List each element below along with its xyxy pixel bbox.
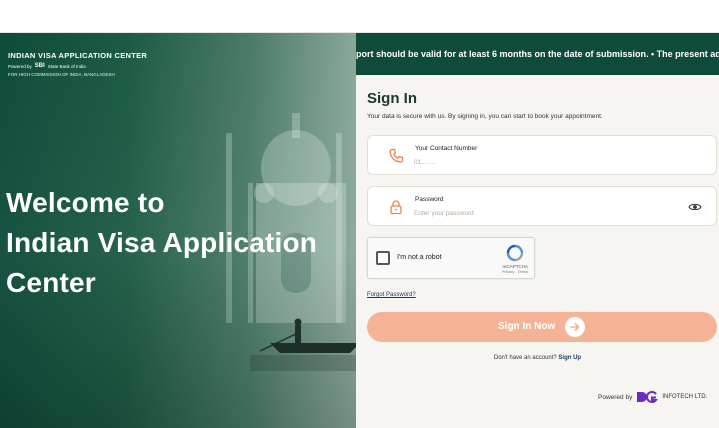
sign-up-link[interactable]: Sign Up [558,355,581,361]
sbi-logo: SBI [34,63,45,69]
sign-in-button[interactable]: Sign In Now [367,312,717,342]
sign-in-button-label: Sign In Now [498,321,556,332]
eye-icon[interactable] [688,201,702,213]
brand-powered-row: Powered by SBI State Bank of India [8,63,147,69]
powered-by: Powered by INFOTECH LTD. [598,391,707,403]
signin-panel: port should be valid for at least 6 mont… [356,33,719,428]
brand-title: INDIAN VISA APPLICATION CENTER [8,51,148,60]
recaptcha-widget[interactable]: I'm not a robot reCAPTCHA Privacy - Term… [367,237,535,279]
account-question: Don't have an account? [493,355,557,361]
brand-powered-label: Powered by [8,63,32,69]
welcome-heading: Welcome to Indian Visa Application Cente… [6,183,317,303]
dg-logo-icon [637,391,659,403]
recaptcha-brand: reCAPTCHA [502,264,528,269]
notice-ticker: port should be valid for at least 6 mont… [356,33,719,75]
forgot-password-link[interactable]: Forgot Password? [367,292,416,298]
signin-subtitle: Your data is secure with us. By signing … [367,113,603,120]
lock-icon [390,200,402,215]
brand-footer: FOR HIGH COMMISSION OF INDIA, BANGLADESH [8,72,115,77]
contact-number-label: Your Contact Number [415,145,478,152]
recaptcha-checkbox[interactable] [376,251,390,265]
phone-icon [389,148,404,163]
contact-number-input[interactable] [414,156,664,168]
sbi-full-name: State Bank of India [47,63,86,69]
brand-block: INDIAN VISA APPLICATION CENTER Powered b… [8,51,147,77]
password-input[interactable] [414,207,664,219]
hero-panel: INDIAN VISA APPLICATION CENTER Powered b… [0,33,356,428]
notice-ticker-text: port should be valid for at least 6 mont… [356,49,719,59]
password-field[interactable]: Password [367,186,717,226]
arrow-right-icon [565,317,585,337]
signin-title: Sign In [367,90,417,107]
welcome-line-2: Indian Visa Application [6,227,318,258]
welcome-line-1: Welcome to [6,187,165,218]
company-name: INFOTECH LTD. [662,394,708,400]
powered-by-label: Powered by [598,393,633,401]
recaptcha-label: I'm not a robot [397,254,442,261]
account-prompt: Don't have an account? Sign Up [356,355,719,361]
recaptcha-icon [506,244,524,262]
contact-number-field[interactable]: Your Contact Number [367,135,717,175]
password-label: Password [415,196,444,203]
recaptcha-links[interactable]: Privacy - Terms [502,270,528,274]
welcome-line-3: Center [6,267,96,298]
browser-top-strip [0,0,719,33]
